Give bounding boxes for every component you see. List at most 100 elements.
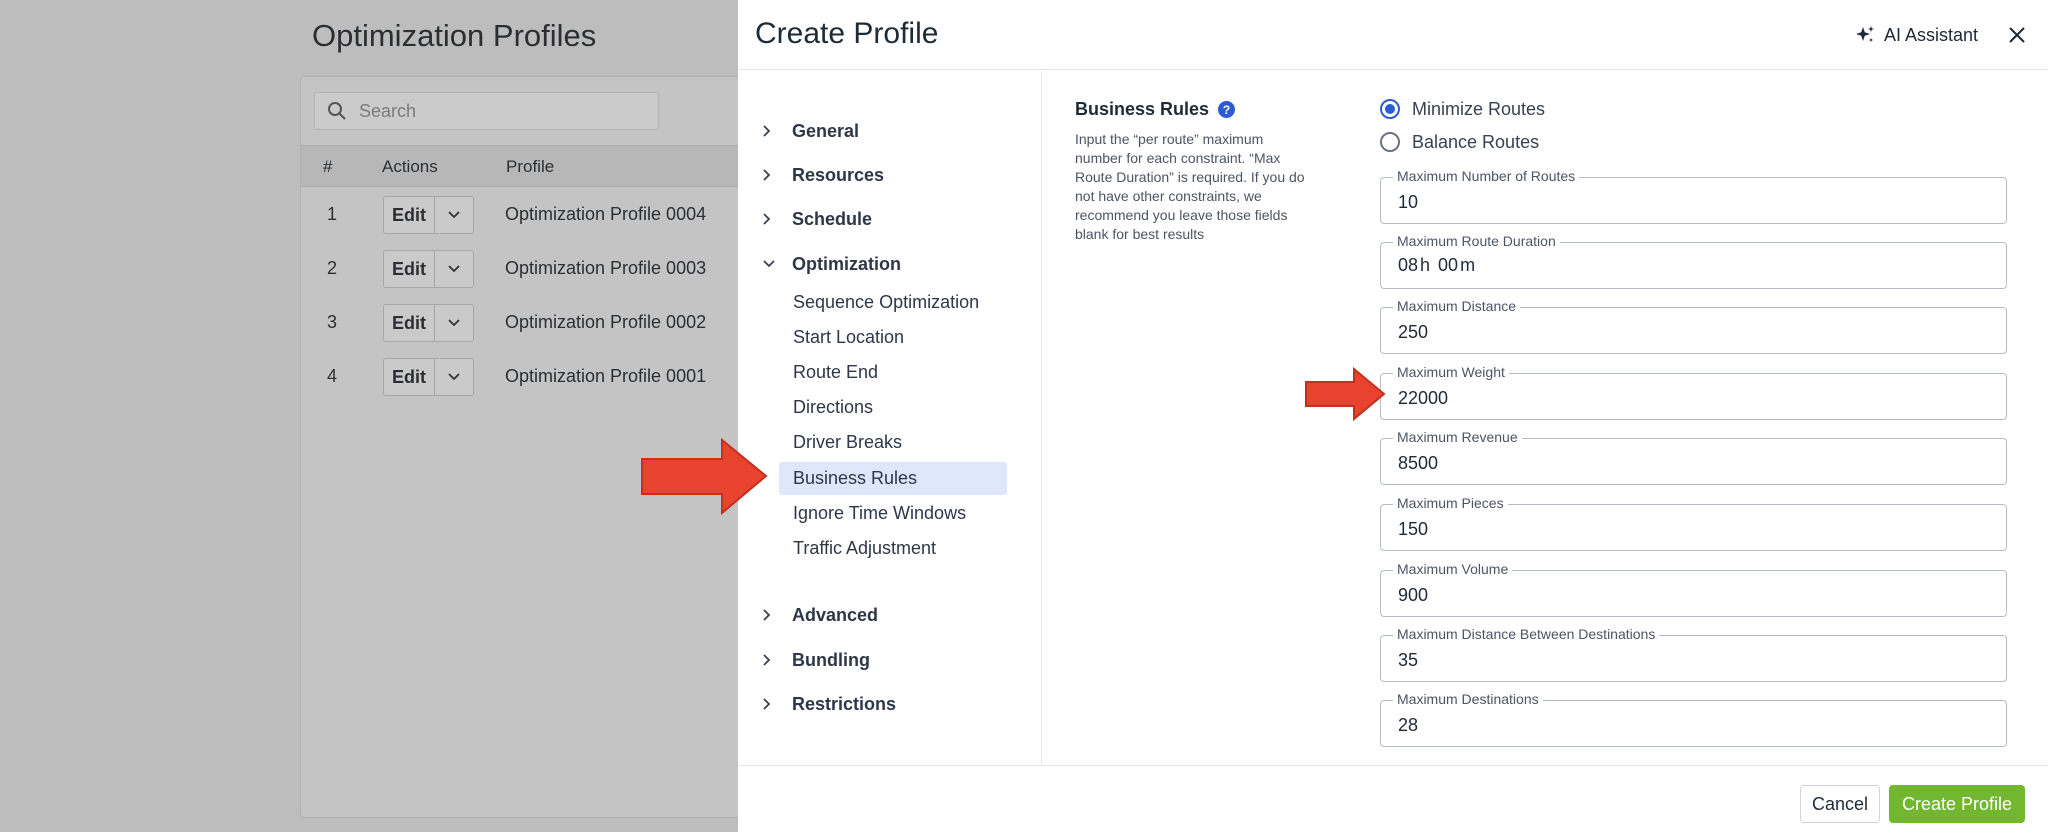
field-label: Maximum Pieces: [1393, 495, 1508, 512]
max-pieces-input[interactable]: [1398, 519, 1988, 540]
hours-unit: h: [1420, 255, 1431, 275]
radio-button-checked[interactable]: [1380, 99, 1400, 119]
max-revenue-field: Maximum Revenue: [1380, 429, 2007, 485]
max-distance-between-field: Maximum Distance Between Destinations: [1380, 626, 2007, 682]
drawer-title: Create Profile: [755, 17, 939, 50]
page-title: Optimization Profiles: [312, 18, 597, 53]
nav-section-label: Advanced: [792, 604, 879, 625]
edit-button[interactable]: Edit: [384, 305, 435, 341]
edit-button-group: Edit: [383, 304, 474, 342]
nav-section-bundling[interactable]: Bundling: [762, 645, 870, 675]
duration-input[interactable]: 08 h 00 m: [1398, 255, 1483, 276]
cancel-button[interactable]: Cancel: [1800, 785, 1880, 823]
profile-name[interactable]: Optimization Profile 0003: [505, 258, 706, 279]
chevron-down-icon: [448, 373, 460, 381]
edit-button-group: Edit: [383, 250, 474, 288]
annotation-arrow-icon: [1305, 367, 1386, 421]
row-number: 2: [327, 258, 338, 278]
max-destinations-field: Maximum Destinations: [1380, 691, 2007, 747]
profile-name[interactable]: Optimization Profile 0001: [505, 366, 706, 387]
table-row: 1 Edit Optimization Profile 0004: [301, 187, 741, 241]
close-button[interactable]: [2002, 20, 2032, 50]
chevron-down-icon: [448, 211, 460, 219]
drawer-footer: Cancel Create Profile: [738, 765, 2048, 832]
search-input[interactable]: Search: [314, 92, 659, 130]
create-profile-button[interactable]: Create Profile: [1889, 785, 2025, 823]
nav-item-directions[interactable]: Directions: [779, 391, 1007, 424]
max-revenue-input[interactable]: [1398, 453, 1988, 474]
nav-section-schedule[interactable]: Schedule: [762, 204, 872, 234]
max-volume-input[interactable]: [1398, 585, 1988, 606]
max-distance-field: Maximum Distance: [1380, 298, 2007, 354]
edit-button-group: Edit: [383, 358, 474, 396]
profile-sections-nav: General Resources Schedule Optimization …: [738, 71, 1042, 765]
table-row: 2 Edit Optimization Profile 0003: [301, 241, 741, 295]
help-icon[interactable]: ?: [1218, 101, 1236, 118]
minutes-unit: m: [1460, 255, 1476, 275]
nav-section-general[interactable]: General: [762, 116, 859, 146]
max-routes-field: Maximum Number of Routes: [1380, 168, 2007, 224]
nav-section-label: Bundling: [792, 649, 870, 670]
table-header: # Actions Profile: [301, 145, 741, 187]
max-volume-field: Maximum Volume: [1380, 561, 2007, 617]
chevron-down-icon: [448, 319, 460, 327]
field-label: Maximum Distance Between Destinations: [1393, 626, 1660, 643]
nav-item-driver-breaks[interactable]: Driver Breaks: [779, 426, 1007, 459]
nav-section-label: Resources: [792, 164, 885, 185]
chevron-right-icon: [762, 120, 784, 142]
edit-button[interactable]: Edit: [384, 359, 435, 395]
edit-dropdown-button[interactable]: [435, 197, 473, 233]
duration-minutes[interactable]: 00: [1438, 255, 1458, 276]
close-icon: [2009, 27, 2025, 43]
max-distance-between-input[interactable]: [1398, 650, 1988, 671]
edit-dropdown-button[interactable]: [435, 251, 473, 287]
edit-dropdown-button[interactable]: [435, 359, 473, 395]
field-label: Maximum Weight: [1393, 364, 1509, 381]
duration-hours[interactable]: 08: [1398, 255, 1418, 276]
chevron-down-icon: [762, 253, 784, 275]
nav-item-business-rules[interactable]: Business Rules: [779, 462, 1007, 495]
nav-section-advanced[interactable]: Advanced: [762, 600, 878, 630]
radio-button[interactable]: [1380, 132, 1400, 152]
chevron-right-icon: [762, 693, 784, 715]
business-rules-description: Input the “per route” maximum number for…: [1075, 131, 1305, 242]
column-actions: Actions: [382, 157, 438, 176]
row-number: 3: [327, 312, 338, 332]
radio-label: Minimize Routes: [1412, 98, 1546, 119]
nav-item-start-location[interactable]: Start Location: [779, 321, 1007, 354]
edit-button[interactable]: Edit: [384, 251, 435, 287]
nav-item-traffic-adjustment[interactable]: Traffic Adjustment: [779, 532, 1007, 565]
annotation-arrow-icon: [641, 438, 768, 515]
nav-item-route-end[interactable]: Route End: [779, 356, 1007, 389]
ai-assistant-button[interactable]: AI Assistant: [1854, 20, 1978, 50]
sparkle-icon: [1856, 26, 1874, 42]
search-icon: [328, 102, 346, 120]
max-routes-input[interactable]: [1398, 192, 1988, 213]
nav-section-optimization[interactable]: Optimization: [762, 249, 901, 279]
table-row: 3 Edit Optimization Profile 0002: [301, 295, 741, 349]
edit-button-group: Edit: [383, 196, 474, 234]
profile-name[interactable]: Optimization Profile 0004: [505, 204, 706, 225]
search-placeholder: Search: [359, 100, 417, 121]
nav-section-restrictions[interactable]: Restrictions: [762, 689, 896, 719]
nav-item-ignore-time-windows[interactable]: Ignore Time Windows: [779, 497, 1007, 530]
row-number: 4: [327, 366, 338, 386]
edit-button[interactable]: Edit: [384, 197, 435, 233]
nav-item-sequence-optimization[interactable]: Sequence Optimization: [779, 286, 1007, 319]
chevron-down-icon: [448, 265, 460, 273]
radio-minimize-routes[interactable]: Minimize Routes: [1380, 95, 1545, 123]
edit-dropdown-button[interactable]: [435, 305, 473, 341]
max-destinations-input[interactable]: [1398, 715, 1988, 736]
row-number: 1: [327, 204, 338, 224]
profile-name[interactable]: Optimization Profile 0002: [505, 312, 706, 333]
max-distance-input[interactable]: [1398, 322, 1988, 343]
nav-section-resources[interactable]: Resources: [762, 160, 884, 190]
nav-section-label: Schedule: [792, 208, 873, 229]
radio-balance-routes[interactable]: Balance Routes: [1380, 128, 1539, 156]
max-pieces-field: Maximum Pieces: [1380, 495, 2007, 551]
max-weight-input[interactable]: [1398, 388, 1988, 409]
business-rules-title: Business Rules: [1075, 99, 1210, 119]
field-label: Maximum Revenue: [1393, 429, 1522, 446]
table-row: 4 Edit Optimization Profile 0001: [301, 349, 741, 403]
column-profile: Profile: [506, 157, 555, 176]
